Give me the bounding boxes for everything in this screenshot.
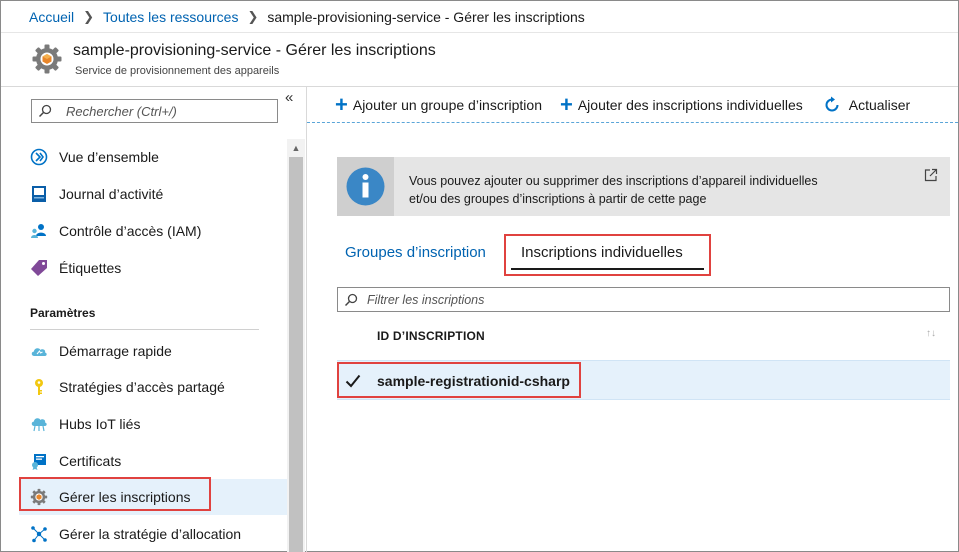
access-control-icon: [31, 224, 46, 238]
sidebar-item-allocation-policy[interactable]: Gérer la stratégie d’allocation: [19, 516, 287, 552]
page-subtitle: Service de provisionnement des appareils: [75, 65, 280, 77]
search-icon: [38, 104, 52, 118]
overview-icon: [30, 148, 48, 166]
sidebar-item-label: Démarrage rapide: [59, 343, 172, 359]
highlight-box-registration-row: [337, 362, 581, 398]
sidebar-item-linked-iot-hubs[interactable]: Hubs IoT liés: [19, 406, 287, 442]
sidebar-search-input[interactable]: Rechercher (Ctrl+/): [31, 99, 278, 123]
iot-hub-icon: [31, 418, 47, 432]
sidebar-item-quickstart[interactable]: Démarrage rapide: [19, 333, 287, 369]
plus-icon: +: [335, 91, 348, 117]
activity-log-icon: [32, 186, 46, 202]
breadcrumb: Accueil ❯ Toutes les ressources ❯ sample…: [1, 1, 958, 33]
certificate-icon: [32, 454, 46, 470]
sidebar-item-label: Stratégies d’accès partagé: [59, 379, 225, 395]
sidebar-item-label: Vue d’ensemble: [59, 149, 159, 165]
refresh-button[interactable]: Actualiser: [823, 96, 910, 114]
info-badge: [337, 157, 394, 216]
breadcrumb-current: sample-provisioning-service - Gérer les …: [267, 8, 585, 25]
add-enrollment-group-button[interactable]: + Ajouter un groupe d’inscription: [335, 91, 542, 117]
info-banner: Vous pouvez ajouter ou supprimer des ins…: [337, 157, 950, 216]
scrollbar-thumb[interactable]: [289, 157, 303, 552]
external-link-icon[interactable]: [924, 168, 938, 182]
search-placeholder: Rechercher (Ctrl+/): [66, 104, 177, 119]
scroll-up-icon[interactable]: ▲: [287, 139, 305, 157]
sidebar-item-certificates[interactable]: Certificats: [19, 443, 287, 479]
sidebar-item-access-control[interactable]: Contrôle d’accès (IAM): [19, 213, 287, 249]
info-line-2: et/ou des groupes d’inscriptions à parti…: [409, 192, 707, 206]
gear-icon: [32, 44, 62, 74]
breadcrumb-chevron-icon: ❯: [247, 8, 259, 24]
page-title: sample-provisioning-service - Gérer les …: [73, 42, 436, 59]
collapse-sidebar-icon[interactable]: «: [285, 89, 293, 106]
tab-enrollment-groups[interactable]: Groupes d’inscription: [345, 244, 486, 261]
sidebar-item-label: Journal d’activité: [59, 186, 164, 202]
command-bar: + Ajouter un groupe d’inscription + Ajou…: [307, 87, 958, 123]
search-icon: [344, 293, 358, 307]
sidebar-item-tags[interactable]: Étiquettes: [19, 250, 287, 286]
info-line-1: Vous pouvez ajouter ou supprimer des ins…: [409, 174, 818, 188]
sidebar-item-label: Étiquettes: [59, 260, 122, 276]
key-icon: [35, 379, 43, 395]
plus-icon: +: [559, 91, 573, 117]
blade-header: sample-provisioning-service - Gérer les …: [1, 33, 958, 87]
sidebar-item-overview[interactable]: Vue d’ensemble: [19, 139, 287, 175]
info-icon: [346, 167, 385, 206]
breadcrumb-home-link[interactable]: Accueil: [29, 9, 74, 25]
sidebar-item-label: Gérer la stratégie d’allocation: [59, 526, 242, 542]
breadcrumb-resources-link[interactable]: Toutes les ressources: [103, 9, 238, 25]
add-group-label: Ajouter un groupe d’inscription: [352, 96, 542, 113]
sidebar-item-shared-access[interactable]: Stratégies d’accès partagé: [19, 369, 287, 405]
refresh-label: Actualiser: [848, 96, 911, 113]
add-individual-enrollment-button[interactable]: + Ajouter des inscriptions individuelles: [559, 91, 803, 117]
allocation-icon: [31, 526, 47, 543]
info-text: Vous pouvez ajouter ou supprimer des ins…: [409, 172, 818, 208]
refresh-icon: [825, 96, 839, 111]
filter-placeholder: Filtrer les inscriptions: [367, 293, 485, 307]
sidebar-section-title: Paramètres: [30, 306, 96, 320]
highlight-box-manage-enrollments: [19, 477, 211, 511]
sidebar: Rechercher (Ctrl+/) « ▲ Vue d’ensemble J…: [1, 87, 307, 552]
sidebar-item-activity-log[interactable]: Journal d’activité: [19, 176, 287, 212]
sidebar-item-label: Hubs IoT liés: [59, 416, 141, 432]
sidebar-item-label: Contrôle d’accès (IAM): [59, 223, 202, 239]
filter-enrollments-input[interactable]: Filtrer les inscriptions: [337, 287, 950, 312]
cloud-quickstart-icon: [31, 348, 47, 356]
tag-icon: [31, 260, 47, 276]
sidebar-item-label: Certificats: [59, 453, 122, 469]
column-header-registration-id[interactable]: ID D’INSCRIPTION: [377, 329, 485, 343]
sort-icon[interactable]: ↑↓: [926, 328, 936, 339]
highlight-box-individual-tab: [504, 234, 711, 276]
breadcrumb-chevron-icon: ❯: [83, 8, 95, 24]
add-individual-label: Ajouter des inscriptions individuelles: [577, 96, 803, 113]
section-divider: [30, 329, 259, 330]
